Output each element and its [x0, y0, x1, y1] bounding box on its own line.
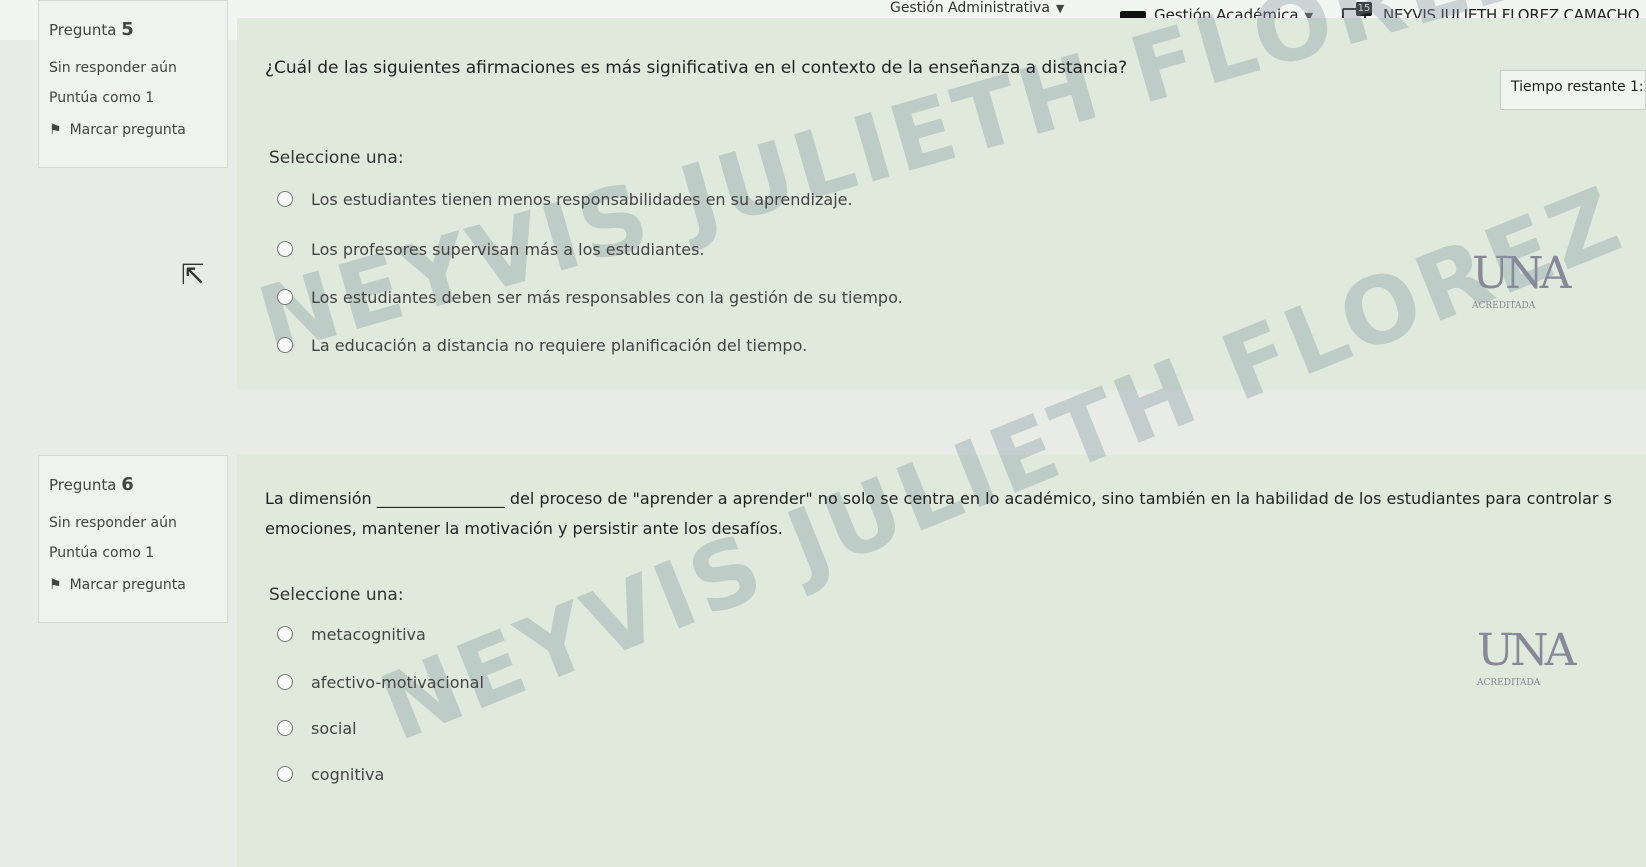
question-5-option-3[interactable]: Los estudiantes deben ser más responsabl… — [277, 288, 903, 307]
question-5-number: Pregunta 5 — [49, 19, 217, 40]
question-6-number-label: Pregunta — [49, 476, 117, 494]
radio-icon[interactable] — [277, 673, 293, 690]
question-6-flag-label: Marcar pregunta — [69, 577, 186, 593]
question-5-info: Pregunta 5 Sin responder aún Puntúa como… — [38, 0, 228, 168]
university-logo-mark: UNA — [1477, 625, 1576, 676]
mouse-cursor-icon: ⇱ — [181, 258, 205, 291]
question-6-option-2-label: afectivo-motivacional — [311, 673, 484, 692]
question-6-option-2[interactable]: afectivo-motivacional — [277, 673, 484, 692]
question-5-score: Puntúa como 1 — [49, 90, 155, 106]
radio-icon[interactable] — [277, 190, 293, 207]
question-5-content: NEYVIS JULIETH FLOREZ CAMACHO ¿Cuál de l… — [237, 0, 1646, 390]
radio-icon[interactable] — [277, 765, 293, 782]
radio-icon[interactable] — [277, 288, 293, 305]
radio-icon[interactable] — [277, 719, 293, 736]
question-6-text-after: del proceso de "aprender a aprender" no … — [509, 489, 1612, 508]
question-5-status: Sin responder aún — [49, 60, 177, 76]
radio-icon[interactable] — [277, 336, 293, 353]
question-6-text-before: La dimensión — [265, 489, 372, 508]
question-6-text-line2: emociones, mantener la motivación y pers… — [265, 519, 783, 538]
question-5-option-2[interactable]: Los profesores supervisan más a los estu… — [277, 240, 704, 259]
question-6-text: La dimensión ________________ del proces… — [265, 489, 1612, 508]
watermark: NEYVIS JULIETH FLOREZ CAMACHO — [247, 0, 1646, 375]
question-6-option-4-label: cognitiva — [311, 765, 385, 784]
question-6-flag[interactable]: ⚑ Marcar pregunta — [49, 577, 217, 593]
question-5-option-1-label: Los estudiantes tienen menos responsabil… — [311, 190, 853, 209]
question-6-number: Pregunta 6 — [49, 474, 217, 495]
radio-icon[interactable] — [277, 625, 293, 642]
question-6-status: Sin responder aún — [49, 515, 177, 531]
question-6-option-1[interactable]: metacognitiva — [277, 625, 426, 644]
question-6-select-label: Seleccione una: — [269, 585, 404, 605]
question-6-option-3[interactable]: social — [277, 719, 357, 738]
question-6-content: NEYVIS JULIETH FLOREZ CAMACHO La dimensi… — [237, 0, 1646, 867]
question-5-flag[interactable]: ⚑ Marcar pregunta — [49, 122, 217, 138]
question-5-text: ¿Cuál de las siguientes afirmaciones es … — [265, 58, 1128, 78]
flag-icon: ⚑ — [49, 122, 62, 138]
question-6-info: Pregunta 6 Sin responder aún Puntúa como… — [38, 455, 228, 623]
university-logo-caption: ACREDITADA — [1472, 301, 1536, 311]
university-logo-caption: ACREDITADA — [1477, 678, 1541, 688]
question-5-option-4[interactable]: La educación a distancia no requiere pla… — [277, 336, 807, 355]
question-5-option-2-label: Los profesores supervisan más a los estu… — [311, 240, 705, 259]
question-5-select-label: Seleccione una: — [269, 148, 404, 168]
university-logo: UNA ACREDITADA — [1472, 248, 1571, 311]
flag-icon: ⚑ — [49, 577, 62, 593]
question-5-option-3-label: Los estudiantes deben ser más responsabl… — [311, 288, 903, 307]
chevron-down-icon: ▼ — [1055, 2, 1065, 15]
radio-icon[interactable] — [277, 240, 293, 257]
question-6-option-4[interactable]: cognitiva — [277, 765, 384, 784]
question-5-number-label: Pregunta — [49, 21, 117, 39]
question-6-option-1-label: metacognitiva — [311, 625, 426, 644]
nav-gestion-administrativa[interactable]: Gestión Administrativa ▼ — [890, 0, 1064, 16]
question-5-flag-label: Marcar pregunta — [69, 122, 186, 138]
time-remaining: Tiempo restante 1:2 — [1500, 70, 1646, 110]
question-6-option-3-label: social — [311, 719, 357, 738]
question-5-option-1[interactable]: Los estudiantes tienen menos responsabil… — [277, 190, 853, 209]
question-5-option-4-label: La educación a distancia no requiere pla… — [311, 336, 808, 355]
university-logo: UNA ACREDITADA — [1477, 625, 1576, 688]
question-5-number-value: 5 — [121, 19, 134, 40]
question-6-blank: ________________ — [376, 489, 505, 508]
question-6-number-value: 6 — [121, 474, 134, 495]
mail-badge: 15 — [1356, 2, 1372, 16]
nav-gestion-administrativa-label: Gestión Administrativa — [890, 0, 1050, 16]
university-logo-mark: UNA — [1472, 248, 1571, 299]
question-6-score: Puntúa como 1 — [49, 545, 155, 561]
